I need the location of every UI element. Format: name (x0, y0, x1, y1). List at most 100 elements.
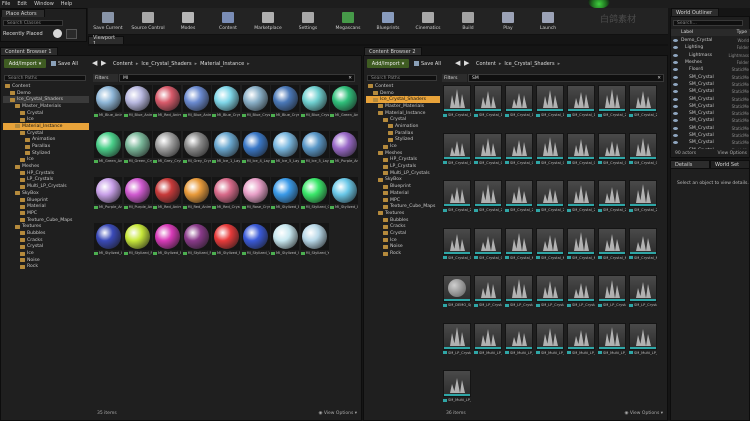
asset-tile[interactable]: SM_Multi_LP_04 (567, 322, 595, 362)
folder-tree-item[interactable]: Material (366, 190, 440, 197)
recently-placed[interactable]: Recently Placed (3, 31, 43, 37)
viewport-tab[interactable]: Viewport 1 (88, 35, 124, 47)
asset-tile[interactable]: MI_Purple_Anim_02 (94, 177, 122, 216)
folder-tree-item[interactable]: Ice (3, 250, 89, 257)
asset-tile[interactable]: SM_Crystal_Mini_05 (629, 227, 657, 267)
folder-tree-item[interactable]: Texture_Cube_Maps (366, 203, 440, 210)
cb1-search-paths[interactable]: Search Paths (4, 75, 86, 81)
asset-tile[interactable]: SM_Crystal_04 (536, 132, 564, 172)
folder-tree-item[interactable]: Content (366, 83, 440, 90)
viewport-area[interactable] (88, 44, 668, 46)
asset-tile[interactable]: SM_Crystal_15 (567, 85, 595, 124)
outliner-row[interactable]: SM_Crystal StaticMe (671, 125, 750, 132)
folder-tree-item[interactable]: Texture_Cube_Maps (3, 217, 89, 224)
cb2-view-options[interactable]: ◉ View Options ▾ (624, 411, 663, 416)
asset-tile[interactable]: SM_Crystal_22 (629, 85, 657, 124)
asset-tile[interactable]: MI_Stylized_Yellow_01 (300, 223, 329, 262)
asset-tile[interactable]: SM_Crystal_25 (505, 180, 533, 219)
cb1-save-all-button[interactable]: Save All (51, 59, 85, 68)
folder-tree-item[interactable]: Ice (3, 116, 89, 123)
outliner-row[interactable]: Lighting Folder (671, 44, 750, 51)
asset-tile[interactable]: MI_Ice_5_Layers_02 (300, 131, 329, 170)
asset-tile[interactable]: MI_Blue_Anim_02 (123, 85, 152, 124)
cinematics-button[interactable]: Cinematics (408, 8, 448, 35)
folder-tree-item[interactable]: Rock (366, 250, 440, 257)
menu-help[interactable]: Help (61, 1, 72, 7)
cb1-filter-search[interactable]: MI ✕ (119, 74, 355, 82)
asset-tile[interactable]: SM_Crystal_Mini_03 (567, 227, 595, 267)
asset-tile[interactable]: MI_Stylized_Red_01 (212, 223, 240, 262)
asset-tile[interactable]: MI_Blue_Crystal_Parallax_02 (241, 85, 270, 124)
cb2-tab[interactable]: Content Browser 2 (364, 47, 422, 55)
folder-tree-item[interactable]: Ice (366, 143, 440, 150)
folder-tree-item[interactable]: Ice_Crystal_Shaders (366, 96, 440, 104)
asset-tile[interactable]: SM_Crystal_20 (598, 85, 626, 124)
visibility-eye-icon[interactable] (673, 61, 678, 65)
folder-tree-item[interactable]: Stylized (3, 150, 89, 157)
folder-tree-item[interactable]: Noise (366, 244, 440, 251)
build-button[interactable]: Build (448, 8, 488, 35)
asset-tile[interactable]: MI_Green_Anim_01 (330, 85, 358, 124)
outliner-row[interactable]: SM_Crystal StaticMe (671, 103, 750, 110)
breadcrumb-item[interactable]: Ice_Crystal_Shaders (141, 61, 191, 67)
outliner-row[interactable]: SM_Crystal StaticMe (671, 88, 750, 95)
close-icon[interactable]: ✕ (348, 76, 354, 81)
outliner-row[interactable]: Demo_Crystal World (671, 37, 750, 44)
folder-tree-item[interactable]: Animation (366, 123, 440, 130)
asset-tile[interactable]: MI_Stylized_Violet_01 (241, 223, 270, 262)
outliner-search[interactable]: Search... (673, 20, 743, 26)
asset-tile[interactable]: MI_Red_Crystal_Parallax_01 (212, 177, 240, 216)
folder-tree-item[interactable]: Demo (366, 90, 440, 97)
visibility-eye-icon[interactable] (673, 134, 678, 137)
folder-tree-item[interactable]: Blueprint (3, 197, 89, 204)
asset-tile[interactable]: MI_Stylized_Purple_01 (153, 223, 181, 262)
outliner-col-type[interactable]: Type (737, 30, 750, 35)
asset-tile[interactable]: SM_Multi_LP_06 (629, 322, 657, 362)
visibility-eye-icon[interactable] (673, 68, 678, 72)
asset-tile[interactable]: SM_Crystal_23 (443, 180, 471, 219)
cb2-nav-forward-icon[interactable]: ▶ (464, 59, 469, 67)
outliner-row[interactable]: SM_Crystal StaticMe (671, 95, 750, 102)
folder-tree-item[interactable]: MPC (366, 197, 440, 204)
folder-tree-item[interactable]: Material_Instance (366, 110, 440, 117)
asset-tile[interactable]: MI_Rose_Crystal_Parallax_01 (241, 177, 270, 216)
content-button[interactable]: Content (208, 8, 248, 35)
asset-tile[interactable]: MI_Red_Anim_03 (153, 85, 181, 124)
asset-tile[interactable]: SM_Crystal_28 (598, 180, 626, 219)
cb1-nav-forward-icon[interactable]: ▶ (101, 59, 106, 67)
cube-actor-icon[interactable] (66, 29, 77, 39)
cb1-filters-button[interactable]: Filters (93, 74, 118, 82)
asset-tile[interactable]: MI_Blue_Anim_01 (94, 85, 122, 124)
world-settings-tab[interactable]: World Set (710, 160, 750, 168)
launch-button[interactable]: Launch (528, 8, 568, 35)
asset-tile[interactable]: SM_LP_Crystal_02 (505, 275, 533, 314)
megascans-button[interactable]: Megascans (328, 8, 368, 35)
outliner-row[interactable]: SM_Crystal StaticMe (671, 117, 750, 124)
folder-tree-item[interactable]: SkyBox (3, 190, 89, 197)
folder-tree-item[interactable]: Ice (366, 237, 440, 244)
play-button[interactable]: Play (488, 8, 528, 35)
close-icon[interactable]: ✕ (657, 76, 663, 81)
folder-tree-item[interactable]: Meshes (366, 150, 440, 157)
folder-tree-item[interactable]: Animation (3, 137, 89, 144)
cb2-filter-search[interactable]: SM ✕ (468, 74, 664, 82)
asset-tile[interactable]: SM_Crystal_05 (567, 132, 595, 172)
asset-tile[interactable]: SM_LP_Crystal_07 (443, 322, 471, 362)
outliner-tab[interactable]: World Outliner (671, 8, 719, 16)
folder-tree-item[interactable]: LP_Crystals (366, 163, 440, 170)
folder-tree-item[interactable]: LP_Crystals (3, 177, 89, 184)
asset-tile[interactable]: MI_Stylized_Poison_01 (123, 223, 152, 262)
outliner-col-label[interactable]: Label (681, 30, 693, 35)
folder-tree-item[interactable]: HP_Crystals (3, 170, 89, 177)
visibility-eye-icon[interactable] (673, 75, 678, 79)
asset-tile[interactable]: SM_LP_Crystal_06 (629, 275, 657, 314)
folder-tree-item[interactable]: Blueprint (366, 183, 440, 190)
folder-tree-item[interactable]: Stylized (366, 137, 440, 144)
blueprints-button[interactable]: Blueprints (368, 8, 408, 35)
asset-tile[interactable]: SM_Crystal_14 (536, 85, 564, 124)
asset-tile[interactable]: MI_Purple_Anim_01 (330, 131, 358, 170)
visibility-eye-icon[interactable] (673, 39, 678, 43)
asset-tile[interactable]: SM_Multi_LP_03 (536, 322, 564, 362)
asset-tile[interactable]: SM_Crystal_03 (505, 132, 533, 172)
asset-tile[interactable]: MI_Ice_1_Layers (212, 131, 240, 170)
